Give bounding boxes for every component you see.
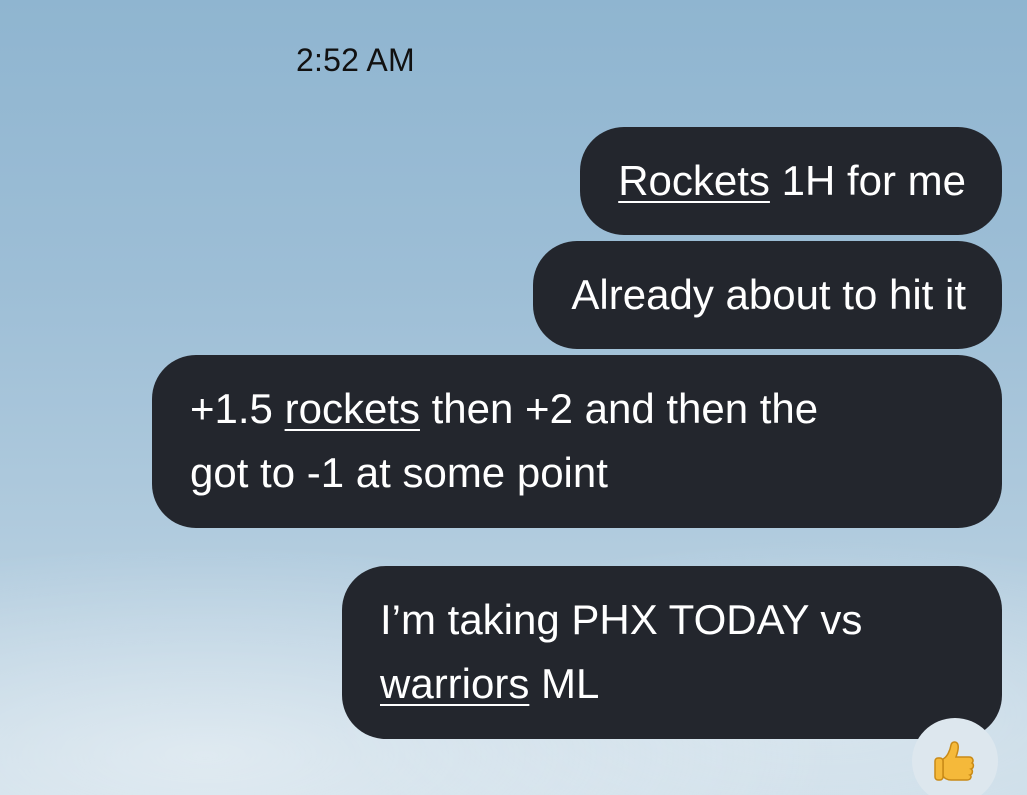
message-bubble-rockets-1h[interactable]: Rockets 1H for me [580,127,1002,235]
message-text: then +2 and then the [419,385,819,432]
message-line: warriors ML [380,652,966,716]
message-bubble-already[interactable]: Already about to hit it [533,241,1002,349]
message-line: got to -1 at some point [190,441,966,505]
message-text: Already about to hit it [571,271,966,318]
message-text: 1H for me [769,157,966,204]
message-text: got to -1 at some point [190,449,608,496]
message-text: +1.5 [190,385,285,432]
message-bubble-spread[interactable]: +1.5 rockets then +2 and then the got to… [152,355,1002,528]
thumbs-up-icon [934,741,975,781]
message-line: +1.5 rockets then +2 and then the [190,377,966,441]
message-bubble-phx[interactable]: I’m taking PHX TODAY vs warriors ML [342,566,1002,739]
team-link-rockets[interactable]: Rockets [618,157,770,204]
team-link-rockets[interactable]: rockets [285,385,420,432]
message-text: I’m taking PHX TODAY vs [380,596,863,643]
message-line: Rockets 1H for me [618,149,966,213]
message-timestamp: 2:52 AM [296,42,415,78]
message-line: I’m taking PHX TODAY vs [380,588,966,652]
team-link-warriors[interactable]: warriors [380,660,529,707]
message-line: Already about to hit it [571,263,966,327]
reaction-badge[interactable] [912,718,998,795]
message-text: ML [529,660,600,707]
